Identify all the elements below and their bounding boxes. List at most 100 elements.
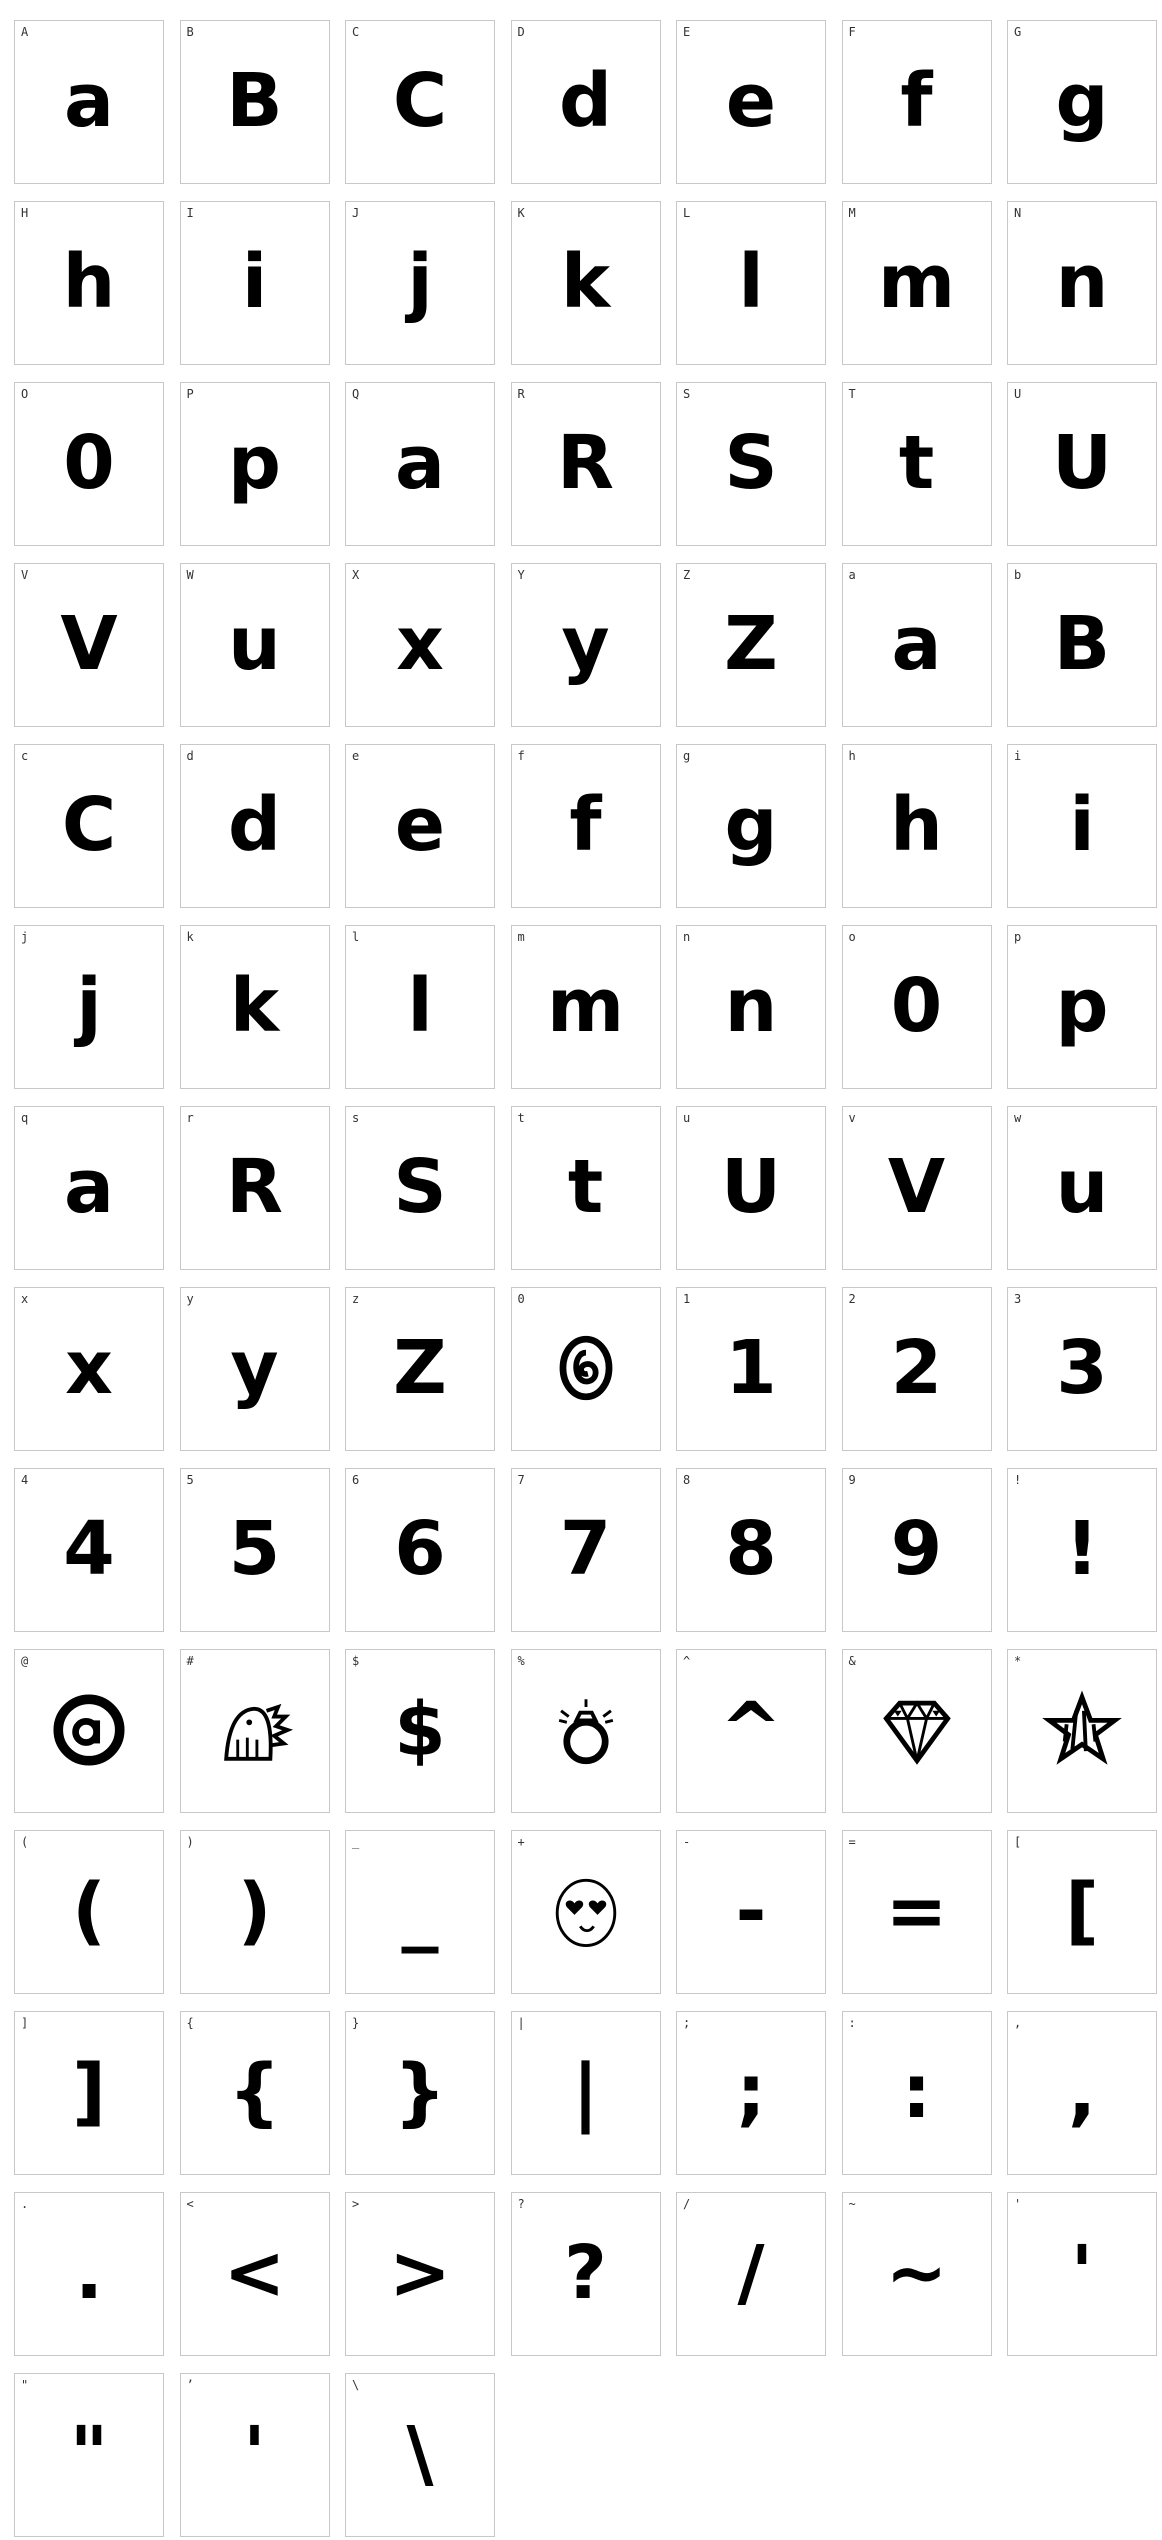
- glyph-sample: f: [569, 782, 602, 868]
- glyph-cell-lower-k: kk: [179, 925, 330, 1089]
- glyph-cell-double-quote: " ": [14, 2373, 164, 2537]
- glyph-cell-upper-h: Hh: [14, 201, 164, 365]
- glyph-sample: a: [395, 420, 445, 506]
- glyph-sample: x: [65, 1325, 113, 1411]
- glyph-sample: /: [737, 2230, 765, 2316]
- glyph-cell-upper-k: Kk: [510, 201, 661, 365]
- glyph-sample: 2: [890, 1325, 943, 1411]
- glyph-cell-lower-e: ee: [345, 744, 495, 908]
- glyph-sample: k: [229, 963, 280, 1049]
- glyph-cell-exclamation: !!: [1007, 1468, 1157, 1632]
- glyph-cell-digit-1: 11: [676, 1287, 826, 1451]
- glyph-cell-upper-q: Qa: [345, 382, 495, 546]
- glyph-sample: 9: [890, 1506, 943, 1592]
- glyph-sample: U: [720, 1144, 782, 1230]
- glyph-cell-upper-x: Xx: [345, 563, 495, 727]
- glyph-cell-colon: ::: [841, 2011, 992, 2175]
- glyph-sample: ;: [736, 2049, 766, 2135]
- glyph-sample: f: [900, 58, 933, 144]
- glyph-sample: B: [1053, 601, 1111, 687]
- glyph-cell-upper-b: BB: [179, 20, 330, 184]
- glyph-cell-upper-g: Gg: [1007, 20, 1157, 184]
- glyph-sample: 3: [1056, 1325, 1108, 1411]
- glyph-cell-upper-v: VV: [14, 563, 164, 727]
- glyph-cell-less-than: < <: [179, 2192, 330, 2356]
- glyph-sample: \: [406, 2411, 434, 2497]
- glyph-sample: -: [735, 1868, 767, 1954]
- diamond-gem-icon: [843, 1666, 991, 1812]
- glyph-sample: |: [571, 2049, 600, 2135]
- glyph-cell-digit-4: 44: [14, 1468, 164, 1632]
- glyph-sample: C: [392, 58, 448, 144]
- glyph-cell-lower-m: mm: [510, 925, 661, 1089]
- glyph-cell-lower-q: qa: [14, 1106, 164, 1270]
- glyph-sample: B: [226, 58, 283, 144]
- swirl-zero-icon: [512, 1304, 660, 1450]
- dinosaur-icon: [181, 1666, 329, 1812]
- glyph-cell-hyphen: --: [676, 1830, 826, 1994]
- glyph-cell-hash: #: [179, 1649, 330, 1813]
- glyph-sample: _: [401, 1868, 439, 1954]
- glyph-cell-lower-a: aa: [841, 563, 992, 727]
- glyph-sample: >: [388, 2230, 451, 2316]
- glyph-cell-backslash: \ \: [345, 2373, 495, 2537]
- glyph-cell-lower-g: gg: [676, 744, 826, 908]
- glyph-sample: $: [394, 1687, 446, 1773]
- glyph-sample: !: [1065, 1506, 1099, 1592]
- glyph-sample: m: [877, 239, 956, 325]
- glyph-cell-lower-r: rR: [179, 1106, 330, 1270]
- glyph-sample: d: [228, 782, 281, 868]
- glyph-sample: [: [1065, 1868, 1099, 1954]
- glyph-cell-comma: ,,: [1007, 2011, 1157, 2175]
- glyph-sample: 4: [63, 1506, 115, 1592]
- glyph-sample: m: [546, 963, 625, 1049]
- glyph-cell-pipe: | |: [510, 2011, 661, 2175]
- glyph-sample: S: [393, 1144, 447, 1230]
- glyph-cell-digit-3: 33: [1007, 1287, 1157, 1451]
- glyph-sample: h: [890, 782, 943, 868]
- glyph-cell-lower-d: dd: [179, 744, 330, 908]
- glyph-cell-digit-8: 88: [676, 1468, 826, 1632]
- glyph-sample: y: [230, 1325, 279, 1411]
- glyph-cell-upper-a: Aa: [14, 20, 164, 184]
- glyph-sample: x: [396, 601, 444, 687]
- glyph-cell-upper-u: UU: [1007, 382, 1157, 546]
- glyph-cell-percent: %: [510, 1649, 661, 1813]
- glyph-grid: AaBBCCDdEeFfGgHhIiJjKkLlMmNnO0PpQaRRSSTt…: [0, 0, 1162, 2540]
- glyph-sample: C: [61, 782, 117, 868]
- glyph-sample: ': [243, 2411, 266, 2497]
- glyph-cell-upper-m: Mm: [841, 201, 992, 365]
- glyph-cell-right-quote: ’ ': [179, 2373, 330, 2537]
- glyph-cell-digit-5: 55: [179, 1468, 330, 1632]
- glyph-sample: 0: [890, 963, 943, 1049]
- diamond-ring-icon: [512, 1666, 660, 1812]
- glyph-cell-tilde: ~ ~: [841, 2192, 992, 2356]
- glyph-cell-upper-t: Tt: [841, 382, 992, 546]
- glyph-cell-close-paren: )): [179, 1830, 330, 1994]
- glyph-cell-semicolon: ;;: [676, 2011, 826, 2175]
- glyph-cell-open-paren: ((: [14, 1830, 164, 1994]
- glyph-cell-open-bracket: [[: [1007, 1830, 1157, 1994]
- glyph-sample: 6: [394, 1506, 446, 1592]
- glyph-sample: =: [885, 1868, 948, 1954]
- glyph-sample: e: [394, 782, 446, 868]
- glyph-cell-upper-s: SS: [676, 382, 826, 546]
- glyph-sample: a: [891, 601, 942, 687]
- glyph-cell-lower-v: vV: [841, 1106, 992, 1270]
- glyph-cell-caret: ^ ^: [676, 1649, 826, 1813]
- glyph-cell-upper-d: Dd: [510, 20, 661, 184]
- glyph-sample: ?: [564, 2230, 607, 2316]
- heart-eyes-face-icon: [512, 1847, 660, 1993]
- glyph-cell-lower-u: uU: [676, 1106, 826, 1270]
- glyph-cell-digit-7: 77: [510, 1468, 661, 1632]
- glyph-sample: l: [407, 963, 433, 1049]
- glyph-cell-at: @: [14, 1649, 164, 1813]
- glyph-cell-lower-h: hh: [841, 744, 992, 908]
- glyph-sample: ^: [719, 1687, 782, 1773]
- glyph-cell-lower-w: wu: [1007, 1106, 1157, 1270]
- glyph-cell-upper-p: Pp: [179, 382, 330, 546]
- glyph-cell-underscore: _ _: [345, 1830, 495, 1994]
- glyph-sample: u: [1055, 1144, 1109, 1230]
- glyph-cell-digit-2: 22: [841, 1287, 992, 1451]
- glyph-sample: ,: [1067, 2049, 1097, 2135]
